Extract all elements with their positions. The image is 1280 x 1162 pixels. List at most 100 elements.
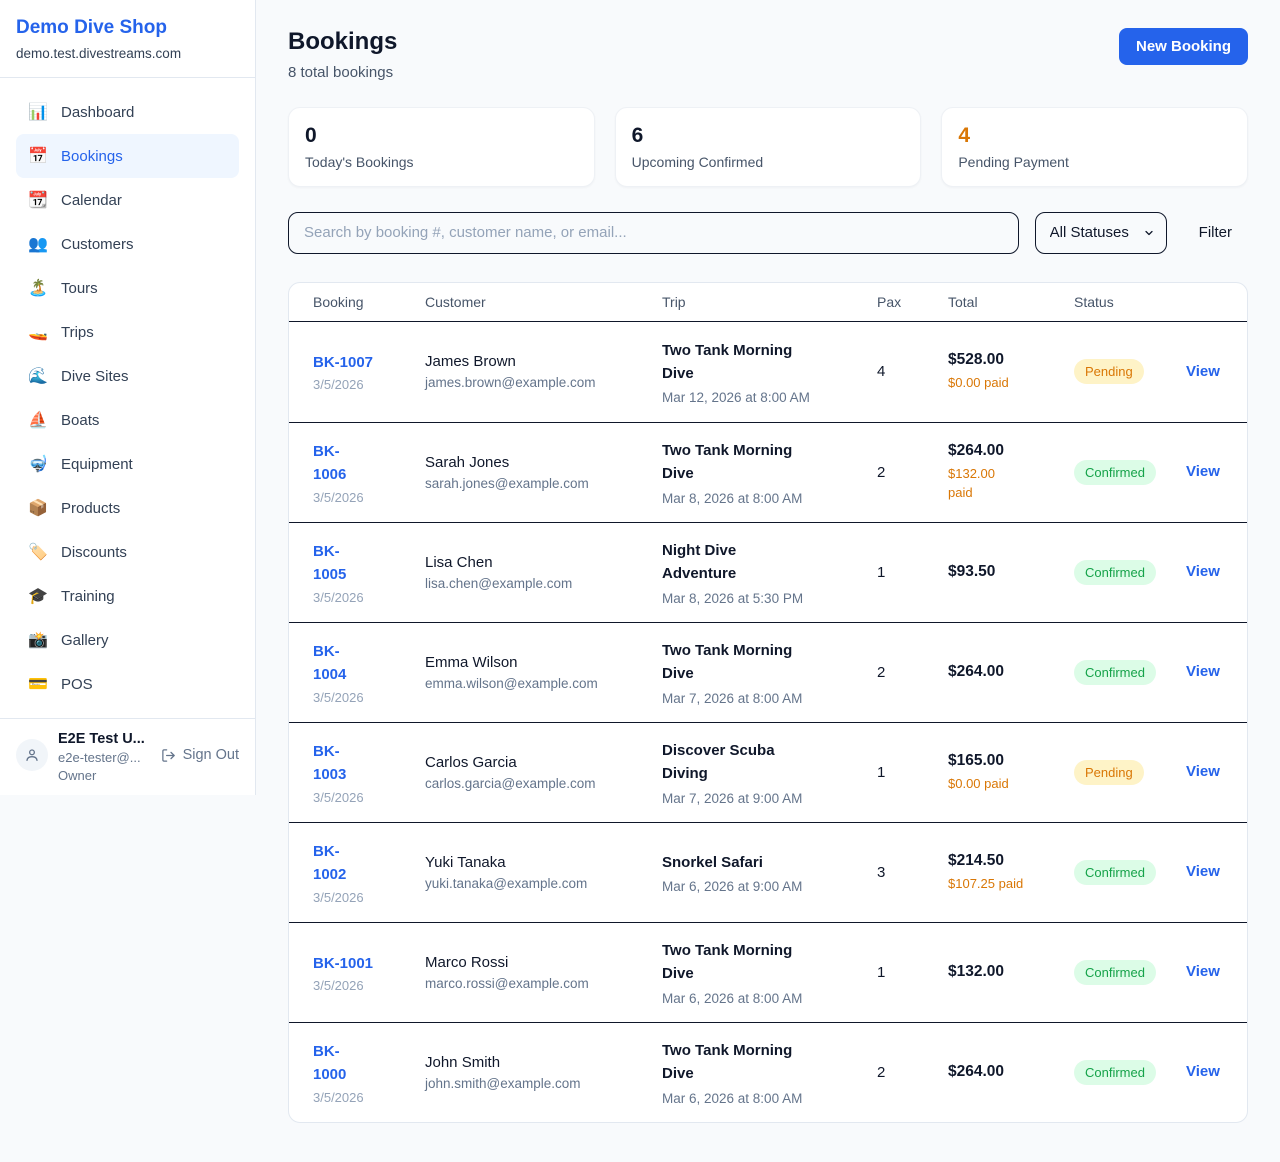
- col-header-status: Status: [1074, 294, 1186, 310]
- customer-email: john.smith@example.com: [425, 1076, 662, 1091]
- sign-out-button[interactable]: Sign Out: [161, 747, 239, 763]
- pax-count: 2: [877, 664, 948, 681]
- customer-name: Sarah Jones: [425, 454, 662, 471]
- table-row: BK- 1003 3/5/2026 Carlos Garcia carlos.g…: [289, 722, 1247, 822]
- pax-count: 2: [877, 1064, 948, 1081]
- sign-out-label: Sign Out: [183, 747, 239, 763]
- trip-datetime: Mar 6, 2026 at 8:00 AM: [662, 1091, 877, 1106]
- sidebar-item-training[interactable]: 🎓 Training: [16, 574, 239, 618]
- bookings-table-body: BK-1007 3/5/2026 James Brown james.brown…: [289, 322, 1247, 1122]
- view-link[interactable]: View: [1186, 663, 1220, 680]
- booking-id-link[interactable]: BK- 1005: [313, 540, 425, 587]
- status-badge: Confirmed: [1074, 460, 1156, 485]
- status-badge: Confirmed: [1074, 960, 1156, 985]
- stat-label: Pending Payment: [958, 154, 1231, 170]
- trip-name: Two Tank Morning Dive: [662, 339, 812, 386]
- table-row: BK-1001 3/5/2026 Marco Rossi marco.rossi…: [289, 922, 1247, 1022]
- table-row: BK- 1005 3/5/2026 Lisa Chen lisa.chen@ex…: [289, 522, 1247, 622]
- training-icon: 🎓: [28, 586, 48, 606]
- stat-label: Today's Bookings: [305, 154, 578, 170]
- status-badge: Confirmed: [1074, 560, 1156, 585]
- sidebar-item-dive-sites[interactable]: 🌊 Dive Sites: [16, 354, 239, 398]
- sign-out-icon: [161, 748, 176, 763]
- equipment-icon: 🤿: [28, 454, 48, 474]
- total-amount: $165.00: [948, 752, 1074, 770]
- total-amount: $132.00: [948, 963, 1074, 981]
- booking-id-link[interactable]: BK-1007: [313, 351, 425, 374]
- boats-icon: ⛵: [28, 410, 48, 430]
- user-role: Owner: [58, 768, 145, 783]
- search-input[interactable]: [288, 212, 1019, 254]
- sidebar-item-pos[interactable]: 💳 POS: [16, 662, 239, 706]
- new-booking-button[interactable]: New Booking: [1119, 28, 1248, 65]
- trip-name: Two Tank Morning Dive: [662, 1039, 812, 1086]
- stat-value: 0: [305, 124, 578, 148]
- customer-name: John Smith: [425, 1054, 662, 1071]
- view-link[interactable]: View: [1186, 363, 1220, 380]
- view-link[interactable]: View: [1186, 963, 1220, 980]
- dashboard-icon: 📊: [28, 102, 48, 122]
- filter-button[interactable]: Filter: [1183, 224, 1248, 241]
- avatar: [16, 739, 48, 771]
- sidebar-item-bookings[interactable]: 📅 Bookings: [16, 134, 239, 178]
- customer-email: sarah.jones@example.com: [425, 476, 662, 491]
- customer-email: marco.rossi@example.com: [425, 976, 662, 991]
- customer-name: Lisa Chen: [425, 554, 662, 571]
- col-header-booking: Booking: [313, 294, 425, 310]
- sidebar-item-calendar[interactable]: 📆 Calendar: [16, 178, 239, 222]
- view-link[interactable]: View: [1186, 863, 1220, 880]
- controls-row: All Statuses Filter: [288, 212, 1248, 254]
- booking-id-link[interactable]: BK- 1006: [313, 440, 425, 487]
- user-info: E2E Test U... e2e-tester@... Owner: [58, 731, 145, 783]
- trip-name: Snorkel Safari: [662, 851, 812, 874]
- sidebar-item-trips[interactable]: 🚤 Trips: [16, 310, 239, 354]
- page-title: Bookings: [288, 28, 397, 57]
- sidebar-item-gallery[interactable]: 📸 Gallery: [16, 618, 239, 662]
- pax-count: 2: [877, 464, 948, 481]
- booking-id-link[interactable]: BK-1001: [313, 952, 425, 975]
- customer-name: Marco Rossi: [425, 954, 662, 971]
- total-amount: $264.00: [948, 663, 1074, 681]
- booking-id-link[interactable]: BK- 1004: [313, 640, 425, 687]
- gallery-icon: 📸: [28, 630, 48, 650]
- sidebar-item-boats[interactable]: ⛵ Boats: [16, 398, 239, 442]
- sidebar-item-customers[interactable]: 👥 Customers: [16, 222, 239, 266]
- view-link[interactable]: View: [1186, 563, 1220, 580]
- booking-id-link[interactable]: BK- 1000: [313, 1040, 425, 1087]
- view-link[interactable]: View: [1186, 1063, 1220, 1080]
- stat-card: 6 Upcoming Confirmed: [615, 107, 922, 187]
- view-link[interactable]: View: [1186, 763, 1220, 780]
- booking-id-link[interactable]: BK- 1003: [313, 740, 425, 787]
- customer-name: Carlos Garcia: [425, 754, 662, 771]
- view-link[interactable]: View: [1186, 463, 1220, 480]
- customers-icon: 👥: [28, 234, 48, 254]
- pax-count: 3: [877, 864, 948, 881]
- sidebar-item-tours[interactable]: 🏝️ Tours: [16, 266, 239, 310]
- customer-email: yuki.tanaka@example.com: [425, 876, 662, 891]
- main-content: Bookings 8 total bookings New Booking 0 …: [256, 0, 1280, 1153]
- user-name: E2E Test U...: [58, 731, 145, 747]
- trip-name: Discover Scuba Diving: [662, 739, 812, 786]
- customer-email: carlos.garcia@example.com: [425, 776, 662, 791]
- trip-name: Two Tank Morning Dive: [662, 939, 812, 986]
- total-amount: $528.00: [948, 351, 1074, 369]
- status-filter-select[interactable]: All Statuses: [1035, 212, 1167, 254]
- dive-sites-icon: 🌊: [28, 366, 48, 386]
- booking-date: 3/5/2026: [313, 490, 425, 505]
- shop-name: Demo Dive Shop: [16, 17, 239, 39]
- status-badge: Confirmed: [1074, 1060, 1156, 1085]
- sidebar-item-dashboard[interactable]: 📊 Dashboard: [16, 90, 239, 134]
- status-badge: Confirmed: [1074, 660, 1156, 685]
- trips-icon: 🚤: [28, 322, 48, 342]
- booking-id-link[interactable]: BK- 1002: [313, 840, 425, 887]
- sidebar-item-equipment[interactable]: 🤿 Equipment: [16, 442, 239, 486]
- trip-name: Two Tank Morning Dive: [662, 639, 812, 686]
- customer-name: James Brown: [425, 353, 662, 370]
- pax-count: 1: [877, 564, 948, 581]
- sidebar-item-discounts[interactable]: 🏷️ Discounts: [16, 530, 239, 574]
- booking-date: 3/5/2026: [313, 690, 425, 705]
- page-header: Bookings 8 total bookings New Booking: [288, 28, 1248, 81]
- table-row: BK- 1002 3/5/2026 Yuki Tanaka yuki.tanak…: [289, 822, 1247, 922]
- trip-datetime: Mar 8, 2026 at 8:00 AM: [662, 491, 877, 506]
- sidebar-item-products[interactable]: 📦 Products: [16, 486, 239, 530]
